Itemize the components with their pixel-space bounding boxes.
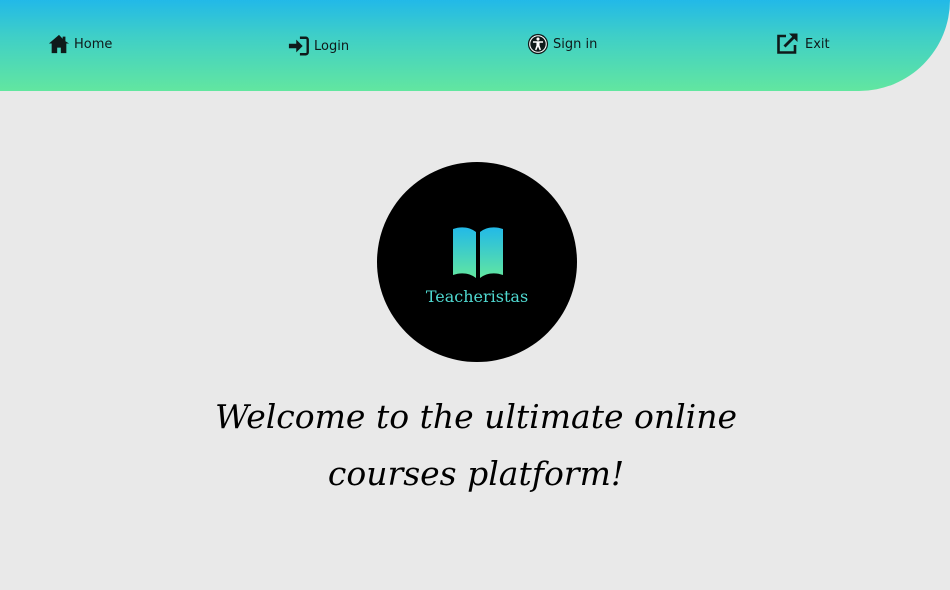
accessibility-icon [527,33,549,55]
nav-item-exit[interactable]: Exit [775,32,830,56]
welcome-headline: Welcome to the ultimate online courses p… [214,397,737,493]
nav-item-exit-label: Exit [805,36,830,52]
nav-item-sign-in-label: Sign in [553,36,598,52]
brand-name: Teacheristas [425,287,529,306]
sign-in-icon [288,35,310,57]
home-icon [48,33,70,55]
nav-item-home[interactable]: Home [48,33,112,55]
nav-item-login-label: Login [314,38,350,54]
top-navigation-bar: Home Login Sign in Exit [0,0,950,91]
nav-item-login[interactable]: Login [288,35,349,57]
open-book-icon [452,226,504,280]
brand-logo: Teacheristas [377,162,577,362]
nav-item-sign-in[interactable]: Sign in [527,33,597,55]
external-link-icon [775,32,799,56]
nav-item-home-label: Home [74,36,113,52]
